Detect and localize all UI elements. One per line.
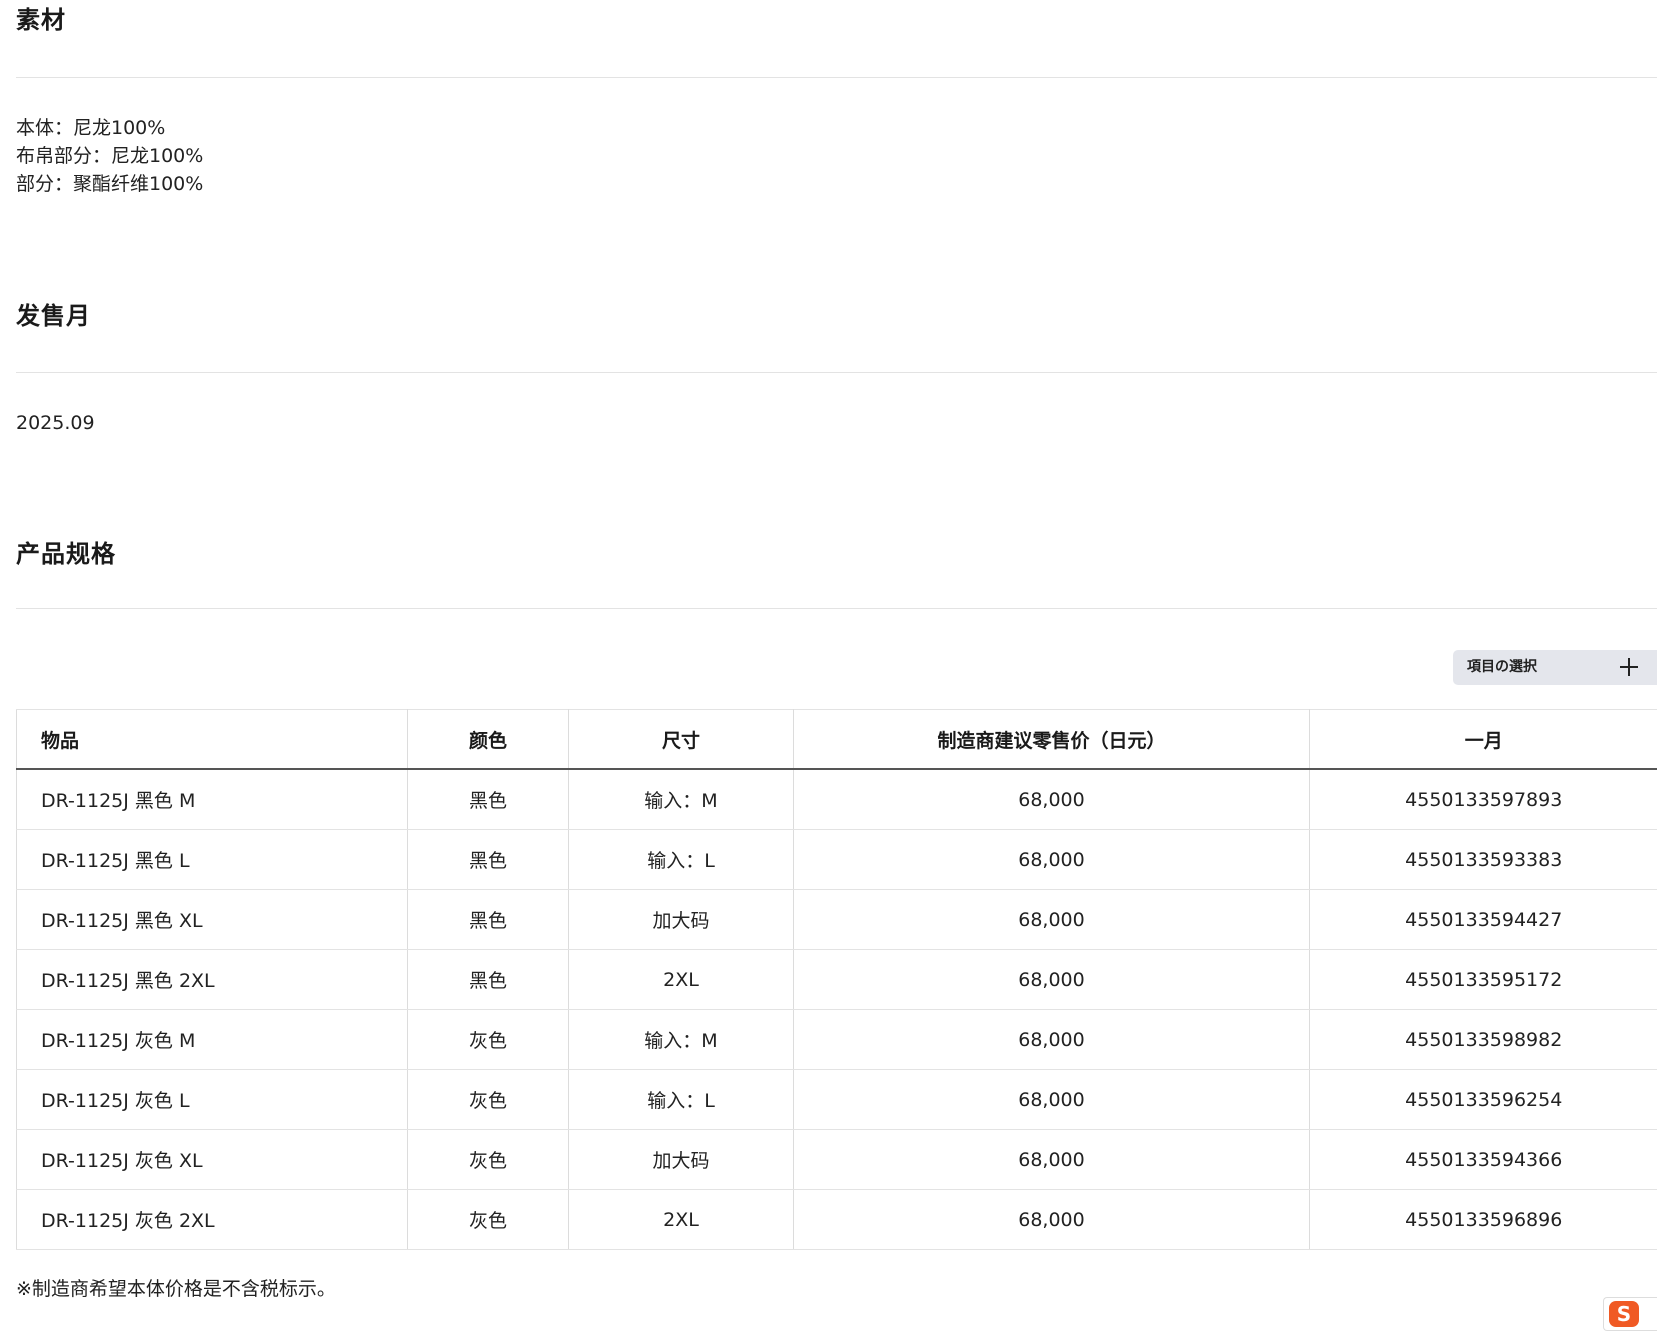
material-divider xyxy=(16,77,1657,78)
release-value: 2025.09 xyxy=(16,412,95,434)
cell-color: 灰色 xyxy=(407,1009,569,1070)
cell-size: 2XL xyxy=(568,949,794,1010)
cell-color: 黑色 xyxy=(407,889,569,950)
material-line: 部分：聚酯纤维100% xyxy=(16,173,204,195)
column-header-size: 尺寸 xyxy=(568,709,794,770)
select-items-button[interactable]: 項目の選択 xyxy=(1453,650,1657,685)
cell-price: 68,000 xyxy=(793,829,1310,890)
cell-size: 输入：M xyxy=(568,769,794,830)
cell-jan: 4550133598982 xyxy=(1309,1009,1657,1070)
cell-size: 加大码 xyxy=(568,889,794,950)
cell-price: 68,000 xyxy=(793,769,1310,830)
material-lines: 本体：尼龙100% 布帛部分：尼龙100% 部分：聚酯纤维100% xyxy=(16,114,203,198)
table-row: DR-1125J 黑色 L 黑色 输入：L 68,000 45501335933… xyxy=(16,829,1657,890)
cell-price: 68,000 xyxy=(793,1189,1310,1250)
release-title: 发售月 xyxy=(16,302,91,330)
cell-price: 68,000 xyxy=(793,1009,1310,1070)
ime-glyph: S xyxy=(1616,1302,1632,1326)
release-divider xyxy=(16,372,1657,373)
cell-price: 68,000 xyxy=(793,949,1310,1010)
cell-jan: 4550133597893 xyxy=(1309,769,1657,830)
cell-jan: 4550133593383 xyxy=(1309,829,1657,890)
table-header-row: 物品 颜色 尺寸 制造商建议零售价（日元） 一月 xyxy=(16,709,1657,770)
material-line: 布帛部分：尼龙100% xyxy=(16,145,204,167)
sogou-ime-icon[interactable]: S xyxy=(1603,1297,1657,1331)
cell-color: 灰色 xyxy=(407,1189,569,1250)
cell-size: 输入：M xyxy=(568,1009,794,1070)
column-header-color: 颜色 xyxy=(407,709,569,770)
specs-divider xyxy=(16,608,1657,609)
table-row: DR-1125J 灰色 M 灰色 输入：M 68,000 45501335989… xyxy=(16,1009,1657,1070)
column-header-price: 制造商建议零售价（日元） xyxy=(793,709,1310,770)
cell-jan: 4550133596896 xyxy=(1309,1189,1657,1250)
cell-item: DR-1125J 灰色 2XL xyxy=(16,1189,408,1250)
cell-item: DR-1125J 黑色 L xyxy=(16,829,408,890)
table-row: DR-1125J 黑色 XL 黑色 加大码 68,000 45501335944… xyxy=(16,889,1657,950)
cell-size: 输入：L xyxy=(568,829,794,890)
cell-color: 灰色 xyxy=(407,1069,569,1130)
table-row: DR-1125J 黑色 2XL 黑色 2XL 68,000 4550133595… xyxy=(16,949,1657,1010)
cell-size: 输入：L xyxy=(568,1069,794,1130)
price-footnote: ※制造商希望本体价格是不含税标示。 xyxy=(16,1278,336,1300)
cell-price: 68,000 xyxy=(793,889,1310,950)
cell-item: DR-1125J 黑色 M xyxy=(16,769,408,830)
cell-price: 68,000 xyxy=(793,1069,1310,1130)
cell-item: DR-1125J 灰色 L xyxy=(16,1069,408,1130)
cell-item: DR-1125J 灰色 M xyxy=(16,1009,408,1070)
column-header-jan: 一月 xyxy=(1309,709,1657,770)
cell-item: DR-1125J 黑色 2XL xyxy=(16,949,408,1010)
material-title: 素材 xyxy=(16,6,66,34)
cell-size: 2XL xyxy=(568,1189,794,1250)
table-row: DR-1125J 灰色 2XL 灰色 2XL 68,000 4550133596… xyxy=(16,1189,1657,1250)
select-items-label: 項目の選択 xyxy=(1467,659,1537,675)
cell-item: DR-1125J 灰色 XL xyxy=(16,1129,408,1190)
table-row: DR-1125J 黑色 M 黑色 输入：M 68,000 45501335978… xyxy=(16,769,1657,830)
spec-table: 物品 颜色 尺寸 制造商建议零售价（日元） 一月 DR-1125J 黑色 M 黑… xyxy=(16,709,1657,1250)
ime-logo: S xyxy=(1609,1301,1639,1327)
cell-jan: 4550133596254 xyxy=(1309,1069,1657,1130)
column-header-item: 物品 xyxy=(16,709,408,770)
table-row: DR-1125J 灰色 L 灰色 输入：L 68,000 45501335962… xyxy=(16,1069,1657,1130)
cell-color: 黑色 xyxy=(407,769,569,830)
cell-jan: 4550133595172 xyxy=(1309,949,1657,1010)
cell-jan: 4550133594427 xyxy=(1309,889,1657,950)
cell-price: 68,000 xyxy=(793,1129,1310,1190)
cell-jan: 4550133594366 xyxy=(1309,1129,1657,1190)
cell-color: 黑色 xyxy=(407,949,569,1010)
cell-item: DR-1125J 黑色 XL xyxy=(16,889,408,950)
table-row: DR-1125J 灰色 XL 灰色 加大码 68,000 45501335943… xyxy=(16,1129,1657,1190)
cell-color: 灰色 xyxy=(407,1129,569,1190)
plus-icon xyxy=(1620,658,1638,676)
cell-size: 加大码 xyxy=(568,1129,794,1190)
specs-title: 产品规格 xyxy=(16,540,116,568)
material-line: 本体：尼龙100% xyxy=(16,117,166,139)
cell-color: 黑色 xyxy=(407,829,569,890)
